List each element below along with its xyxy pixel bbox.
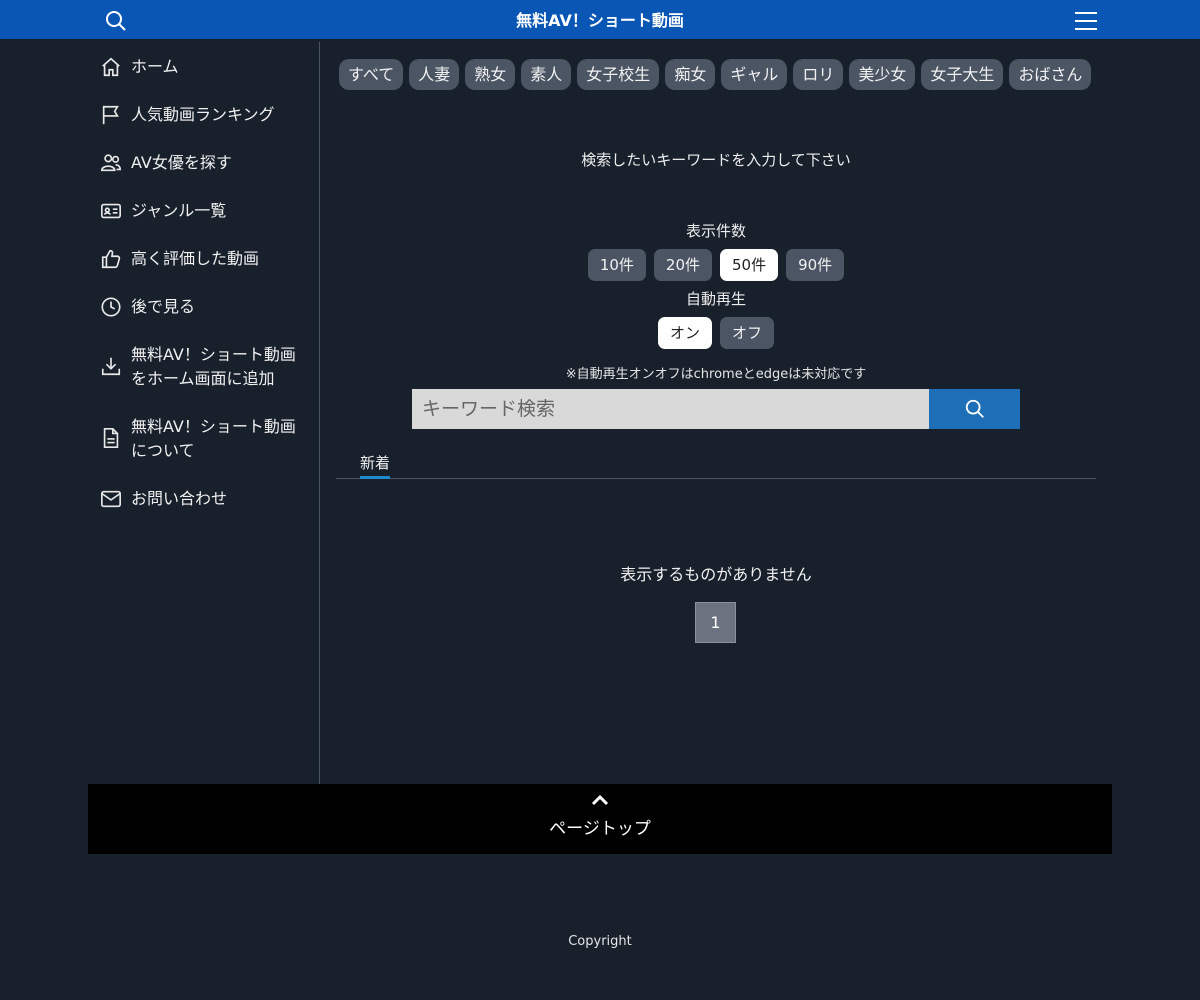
label-line-2: について: [131, 441, 195, 460]
count-options: 10件 20件 50件 90件: [336, 249, 1096, 281]
copyright: Copyright: [568, 934, 632, 949]
search-bar: [412, 389, 1020, 429]
genre-chip[interactable]: 女子校生: [577, 59, 660, 90]
download-icon: [101, 357, 121, 376]
genre-chip[interactable]: 熟女: [465, 59, 516, 90]
genre-chip[interactable]: 痴女: [665, 59, 716, 90]
sidebar-item-label: ホーム: [131, 57, 179, 76]
genre-chip[interactable]: おばさん: [1009, 59, 1092, 90]
id-card-icon: [101, 203, 121, 219]
autoplay-on-button[interactable]: オン: [657, 317, 712, 349]
top-header: 無料AV！ショート動画: [0, 0, 1200, 39]
sidebar-item-about[interactable]: 無料AV！ショート動画 について: [100, 415, 296, 463]
empty-message: 表示するものがありません: [620, 565, 812, 584]
tab-bar: 新着: [336, 448, 1096, 479]
search-submit-button[interactable]: [929, 389, 1020, 429]
genre-chip[interactable]: 女子大生: [921, 59, 1004, 90]
sidebar-item-contact[interactable]: お問い合わせ: [100, 487, 227, 511]
label-line-1: 無料AV！ショート動画: [131, 345, 296, 364]
sidebar-item-label: AV女優を探す: [131, 153, 232, 172]
page-top-button[interactable]: ページトップ: [88, 784, 1112, 854]
sidebar-item-ranking[interactable]: 人気動画ランキング: [100, 103, 275, 127]
count-option-20[interactable]: 20件: [653, 249, 712, 281]
count-option-50[interactable]: 50件: [720, 249, 779, 281]
sidebar-item-add-home[interactable]: 無料AV！ショート動画 をホーム画面に追加: [100, 343, 296, 391]
sidebar: ホーム 人気動画ランキング AV女優を探す ジャンル一覧 高く評価した動画 後で…: [88, 42, 320, 784]
sidebar-item-label: 無料AV！ショート動画 をホーム画面に追加: [131, 343, 296, 391]
sidebar-item-label: 人気動画ランキング: [131, 105, 275, 124]
sidebar-item-label: お問い合わせ: [131, 489, 228, 508]
genre-chip[interactable]: すべて: [339, 59, 404, 90]
autoplay-options: オン オフ: [336, 317, 1096, 349]
genre-chip[interactable]: ギャル: [721, 59, 788, 90]
document-icon: [103, 428, 119, 448]
sidebar-item-label: ジャンル一覧: [131, 201, 227, 220]
sidebar-item-label: 後で見る: [131, 297, 196, 316]
label-line-2: をホーム画面に追加: [131, 369, 275, 388]
site-title[interactable]: 無料AV！ショート動画: [0, 0, 1200, 39]
sidebar-item-liked[interactable]: 高く評価した動画: [100, 247, 259, 271]
count-option-90[interactable]: 90件: [786, 249, 845, 281]
chevron-up-icon: [591, 794, 609, 806]
sidebar-item-watch-later[interactable]: 後で見る: [100, 295, 195, 319]
search-input[interactable]: [412, 389, 929, 429]
sidebar-item-genres[interactable]: ジャンル一覧: [100, 199, 226, 223]
genre-chip[interactable]: 人妻: [409, 59, 460, 90]
users-icon: [101, 154, 121, 172]
search-prompt: 検索したいキーワードを入力して下さい: [581, 151, 851, 169]
label-line-1: 無料AV！ショート動画: [131, 417, 296, 436]
home-icon: [102, 57, 120, 77]
page-top-label: ページトップ: [549, 819, 651, 839]
autoplay-label: 自動再生: [685, 290, 746, 308]
sidebar-item-label: 無料AV！ショート動画 について: [131, 415, 296, 463]
count-label: 表示件数: [685, 222, 746, 240]
genre-chip[interactable]: ロリ: [793, 59, 844, 90]
genre-chip[interactable]: 素人: [521, 59, 572, 90]
genre-chip-row: すべて人妻熟女素人女子校生痴女ギャルロリ美少女女子大生おばさんレ: [339, 59, 1096, 92]
autoplay-note: ※自動再生オンオフはchromeとedgeは未対応です: [565, 367, 867, 382]
sidebar-item-label: 高く評価した動画: [131, 249, 260, 268]
flag-icon: [102, 105, 119, 125]
pagination-page[interactable]: 1: [695, 602, 736, 643]
mail-icon: [101, 490, 121, 508]
sidebar-item-home[interactable]: ホーム: [100, 55, 179, 79]
hamburger-menu-icon[interactable]: [1074, 10, 1098, 32]
clock-icon: [101, 297, 121, 317]
genre-chip[interactable]: 美少女: [849, 59, 916, 90]
autoplay-off-button[interactable]: オフ: [720, 317, 775, 349]
thumbs-up-icon: [101, 249, 121, 269]
count-option-10[interactable]: 10件: [587, 249, 646, 281]
sidebar-item-actress[interactable]: AV女優を探す: [100, 151, 232, 175]
search-icon: [965, 399, 984, 418]
tab-new[interactable]: 新着: [360, 452, 391, 479]
